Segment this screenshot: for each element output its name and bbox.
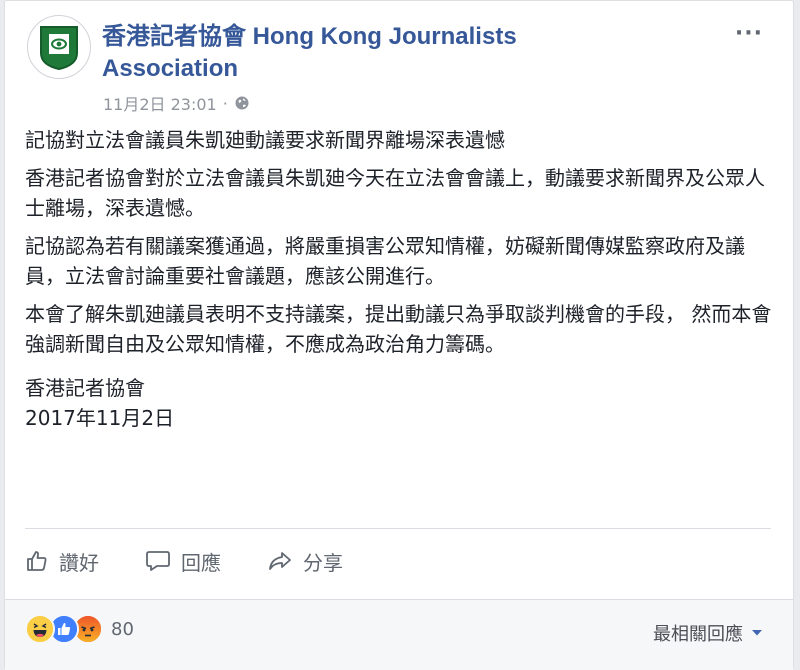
actions-top-divider [25,528,771,529]
more-options-button[interactable]: ··· [735,21,763,46]
share-button[interactable]: 分享 [267,547,343,576]
post-paragraph: 本會了解朱凱廸議員表明不支持議案，提出動議只為爭取談判機會的手段， 然而本會強調… [25,302,772,356]
page-name-text[interactable]: 香港記者協會 Hong Kong Journalists Association [102,23,517,82]
page-avatar[interactable] [27,15,91,79]
haha-icon [25,614,55,644]
sort-label: 最相關回應 [653,624,743,645]
hkja-logo-icon [40,26,78,71]
page-name-link[interactable]: 香港記者協會 Hong Kong Journalists Association [102,21,622,85]
reaction-count[interactable]: 80 [111,619,134,640]
comment-sort-dropdown[interactable]: 最相關回應 [653,620,763,646]
post-paragraph: 香港記者協會對於立法會議員朱凱廸今天在立法會會議上，動議要求新聞界及公眾人士離場… [25,166,765,220]
post-card: 香港記者協會 Hong Kong Journalists Association… [4,0,794,670]
like-button[interactable]: 讚好 [25,547,99,576]
comment-icon [146,551,170,571]
post-signature: 香港記者協會 [25,376,145,400]
post-paragraph: 記協認為若有關議案獲通過，將嚴重損害公眾知情權，妨礙新聞傳媒監察政府及議員，立法… [25,234,745,288]
caret-down-icon [752,630,762,636]
reactions-bar: 80 最相關回應 [5,599,793,670]
thumbs-up-icon [27,551,47,571]
globe-icon[interactable] [234,95,250,111]
comment-button[interactable]: 回應 [145,547,221,576]
reaction-summary[interactable]: 80 [25,614,134,644]
like-label: 讚好 [59,550,99,575]
post-headline: 記協對立法會議員朱凱廸動議要求新聞界離場深表遺憾 [25,128,505,152]
share-label: 分享 [303,550,343,575]
post-meta: 11月2日 23:01 · [103,91,250,115]
meta-separator: · [222,93,228,113]
post-body: 記協對立法會議員朱凱廸動議要求新聞界離場深表遺憾 香港記者協會對於立法會議員朱凱… [25,125,775,441]
post-timestamp[interactable]: 11月2日 23:01 [103,91,217,115]
post-actions: 讚好 回應 分享 [25,539,771,583]
comment-label: 回應 [181,550,221,575]
post-date: 2017年11月2日 [25,406,175,430]
share-icon [269,552,291,570]
